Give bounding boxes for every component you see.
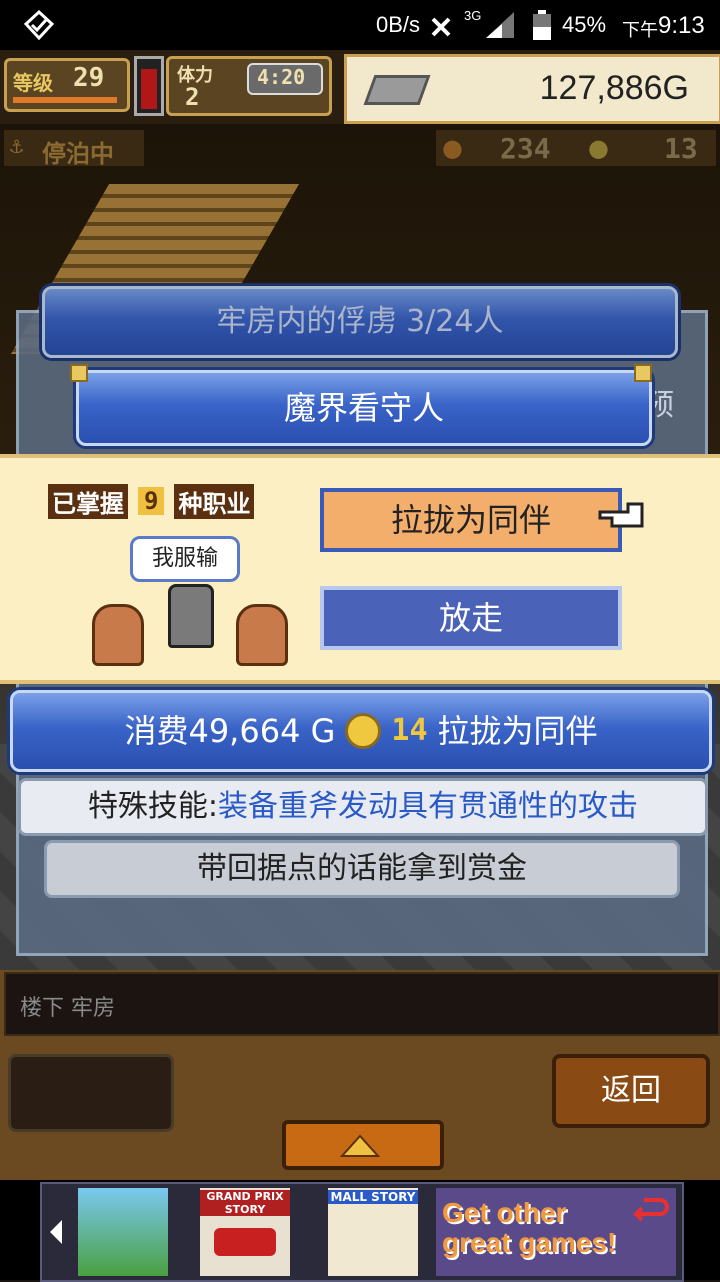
- back-label: 返回: [601, 1073, 661, 1108]
- expand-button[interactable]: [282, 1120, 444, 1170]
- skill-text: 装备重斧发动具有贯通性的攻击: [218, 789, 639, 824]
- cost-medals: 14: [391, 713, 428, 748]
- corner-ornament: [634, 364, 652, 382]
- bottom-panel: 楼下 牢房 返回: [0, 970, 720, 1180]
- prisoner-count-header: 牢房内的俘虏 3/24人: [42, 286, 678, 358]
- sim-x-icon: [431, 17, 451, 37]
- action-panel: 已掌握 9 种职业 我服输 拉拢为同伴 放走: [0, 454, 720, 684]
- signal-icon: [486, 12, 514, 38]
- battery-percent: 45%: [562, 12, 607, 37]
- ad-left-arrow-icon[interactable]: [46, 1218, 66, 1246]
- status-bar: 0B/s 3G 45% 下午 9:13: [0, 0, 720, 50]
- prisoner-name: 魔界看守人: [283, 389, 444, 427]
- cost-suffix: 拉拢为同伴: [437, 712, 598, 750]
- ally-sprite-right: [236, 604, 288, 666]
- resource-panel: ● 234 ● 13: [436, 130, 716, 166]
- back-button[interactable]: 返回: [552, 1054, 710, 1128]
- food-count: 234: [500, 132, 551, 165]
- network-type: 3G: [464, 8, 482, 23]
- anchor-status: ⚓ 停泊中: [4, 130, 144, 168]
- mastered-suffix: 种职业: [174, 483, 255, 519]
- food-icon: ●: [442, 134, 463, 162]
- gold-amount: 127,886G: [539, 69, 689, 107]
- clock: 9:13: [658, 12, 705, 39]
- medal-icon: [345, 713, 382, 749]
- game-hud: 等级 29 体力 2 4:20 127,886G: [0, 50, 720, 126]
- gold-bar-icon: [363, 75, 431, 105]
- speech-text: 我服输: [151, 546, 218, 571]
- pointing-hand-icon: [598, 502, 644, 528]
- empty-slot: [8, 1054, 174, 1132]
- ad-frame[interactable]: GRAND PRIX STORY MALL STORY Get other gr…: [40, 1182, 684, 1282]
- recruit-cost-button[interactable]: 消费49,664 G 14 拉拢为同伴: [10, 690, 712, 772]
- location-bar: 楼下 牢房: [4, 972, 720, 1036]
- stamina-value: 2: [185, 83, 200, 111]
- recruit-label: 拉拢为同伴: [390, 501, 551, 539]
- mastered-count: 9: [138, 487, 165, 515]
- location-text: 楼下 牢房: [20, 996, 115, 1021]
- ally-sprite-left: [92, 604, 144, 666]
- battery-icon: [533, 10, 551, 40]
- exp-bar: [13, 97, 117, 103]
- up-arrow-icon: [339, 1134, 381, 1157]
- mooring-status: 停泊中: [42, 140, 114, 168]
- time-prefix: 下午: [622, 20, 658, 40]
- prisoner-count-text: 牢房内的俘虏 3/24人: [216, 304, 504, 339]
- level-panel[interactable]: 等级 29: [4, 58, 130, 112]
- cta-text: Get other great games!: [442, 1197, 617, 1258]
- get-games-cta[interactable]: Get other great games!: [436, 1188, 676, 1276]
- prisoner-name-bar: 魔界看守人: [76, 370, 652, 446]
- release-button[interactable]: 放走: [320, 586, 622, 650]
- job-mastery: 已掌握 9 种职业: [48, 483, 255, 519]
- prisoner-sprite: [168, 584, 214, 648]
- cost-prefix: 消费49,664 G: [124, 712, 336, 750]
- mastered-prefix: 已掌握: [48, 483, 128, 519]
- stamina-panel: 体力 2 4:20: [166, 56, 332, 116]
- bounty-text: 带回据点的话能拿到赏金: [197, 851, 527, 886]
- gold-panel: 127,886G: [344, 54, 720, 124]
- app-notify-icon: [23, 10, 55, 40]
- network-speed: 0B/s: [376, 12, 421, 37]
- stamina-timer: 4:20: [257, 65, 306, 89]
- game-icon-castle[interactable]: [78, 1188, 168, 1276]
- game-icon-grand-prix[interactable]: GRAND PRIX STORY: [200, 1188, 290, 1276]
- stamina-gauge: [134, 56, 164, 116]
- skill-label: 特殊技能:: [87, 789, 219, 824]
- game1-title: GRAND PRIX STORY: [200, 1190, 290, 1216]
- coin-count: 13: [664, 132, 698, 165]
- game-icon-mall-story[interactable]: MALL STORY: [328, 1188, 418, 1276]
- level-label: 等级: [13, 71, 53, 95]
- return-arrow-icon: [633, 1198, 669, 1222]
- corner-ornament: [70, 364, 88, 382]
- game2-title: MALL STORY: [328, 1190, 418, 1204]
- release-label: 放走: [438, 599, 503, 637]
- recruit-button[interactable]: 拉拢为同伴: [320, 488, 622, 552]
- ad-banner: GRAND PRIX STORY MALL STORY Get other gr…: [0, 1180, 720, 1282]
- special-skill: 特殊技能:装备重斧发动具有贯通性的攻击: [18, 778, 708, 836]
- coin-icon: ●: [588, 134, 609, 162]
- race-car-icon: [214, 1228, 276, 1256]
- bounty-note: 带回据点的话能拿到赏金: [44, 840, 680, 898]
- speech-bubble: 我服输: [130, 536, 240, 582]
- anchor-icon: ⚓: [10, 134, 24, 159]
- level-value: 29: [73, 63, 105, 93]
